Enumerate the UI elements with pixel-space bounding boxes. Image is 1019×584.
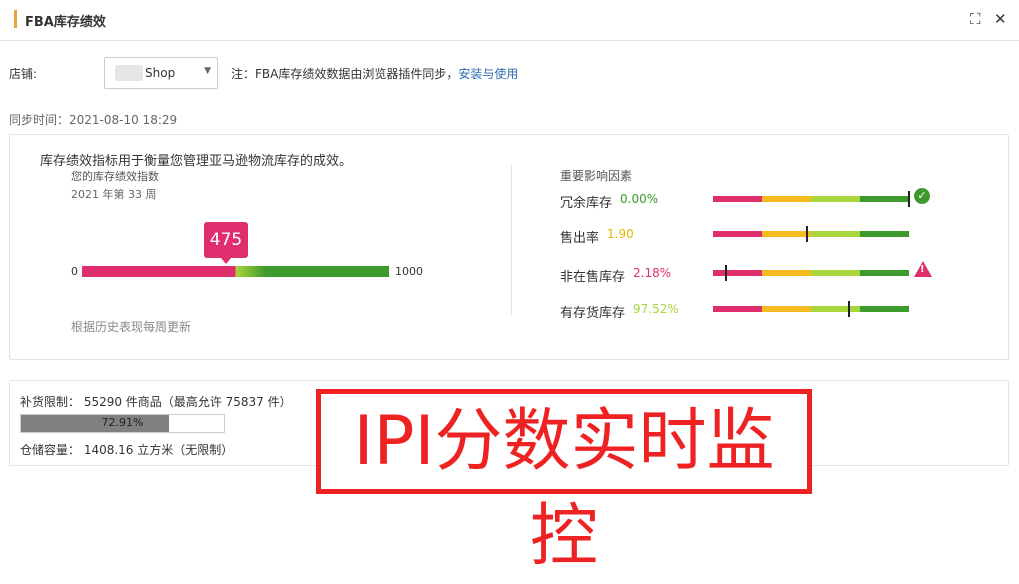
factor-name: 冗余库存 [560, 196, 613, 211]
close-icon[interactable]: ✕ [994, 10, 1007, 28]
score-pointer [221, 258, 231, 264]
shop-name-redaction [115, 65, 143, 81]
ipi-intro: 库存绩效指标用于衡量您管理亚马逊物流库存的成效。 [40, 154, 353, 169]
factor-name: 非在售库存 [560, 270, 626, 285]
factor-stranded-inventory: 非在售库存 2.18% ! [560, 261, 990, 285]
factor-marker [725, 265, 727, 281]
dialog-title: FBA库存绩效 [25, 15, 106, 30]
chevron-down-icon: ▼ [204, 66, 211, 76]
capacity-progress-text: 72.91% [101, 416, 144, 429]
ipi-score-value: 475 [209, 230, 243, 250]
factor-excess-inventory: 冗余库存 0.00% ✓ [560, 188, 990, 211]
check-circle-icon: ✓ [914, 188, 930, 204]
panel-divider [511, 165, 512, 315]
factor-bar [713, 191, 910, 207]
factor-sell-through: 售出率 1.90 [560, 225, 990, 246]
factor-marker [848, 301, 850, 317]
ipi-panel: 库存绩效指标用于衡量您管理亚马逊物流库存的成效。 您的库存绩效指数 2021 年… [9, 134, 1009, 360]
factors-title: 重要影响因素 [560, 169, 633, 183]
shop-label: 店铺: [9, 67, 38, 81]
factor-value: 97.52% [633, 302, 679, 316]
gauge-max-label: 1000 [395, 265, 423, 278]
ipi-index-label: 您的库存绩效指数 [71, 170, 159, 183]
maximize-icon[interactable]: ⛶ [970, 10, 981, 28]
storage-capacity: 仓储容量： 1408.16 立方米（无限制） [20, 443, 234, 457]
sync-time: 同步时间：2021-08-10 18:29 [9, 113, 178, 127]
title-accent-bar [14, 10, 17, 28]
factor-value: 2.18% [633, 266, 672, 280]
factor-marker [806, 226, 808, 242]
factor-bar [713, 301, 909, 317]
ipi-week: 2021 年第 33 周 [71, 188, 157, 201]
factor-bar [713, 226, 909, 242]
gauge-min-label: 0 [71, 265, 78, 278]
warning-icon: ! [914, 261, 932, 277]
promo-overlay-text: IPI分数实时监控 [353, 402, 775, 576]
factor-name: 售出率 [560, 231, 600, 246]
shop-row: 店铺: Shop ▼ 注：FBA库存绩效数据由浏览器插件同步，安装与使用 [9, 57, 709, 89]
factor-bar [713, 265, 909, 281]
factor-marker [908, 191, 910, 207]
sync-note: 注：FBA库存绩效数据由浏览器插件同步，安装与使用 [231, 65, 518, 82]
factor-value: 1.90 [607, 227, 634, 241]
dialog-header: FBA库存绩效 ⛶ ✕ [0, 0, 1019, 41]
ipi-gauge-bar [82, 266, 389, 277]
promo-overlay: IPI分数实时监控 [316, 389, 812, 576]
update-note: 根据历史表现每周更新 [71, 320, 192, 334]
factor-value: 0.00% [620, 192, 659, 206]
install-usage-link[interactable]: 安装与使用 [458, 67, 518, 81]
ipi-score-bubble: 475 [204, 222, 248, 264]
factor-name: 有存货库存 [560, 306, 626, 321]
shop-select[interactable]: Shop ▼ [104, 57, 218, 89]
sync-note-text: 注：FBA库存绩效数据由浏览器插件同步， [231, 67, 459, 81]
replenish-limit: 补货限制： 55290 件商品（最高允许 75837 件） [20, 395, 292, 409]
shop-select-value: Shop [145, 66, 176, 80]
capacity-progress: 72.91% [20, 414, 225, 433]
factor-in-stock: 有存货库存 97.52% [560, 300, 990, 321]
